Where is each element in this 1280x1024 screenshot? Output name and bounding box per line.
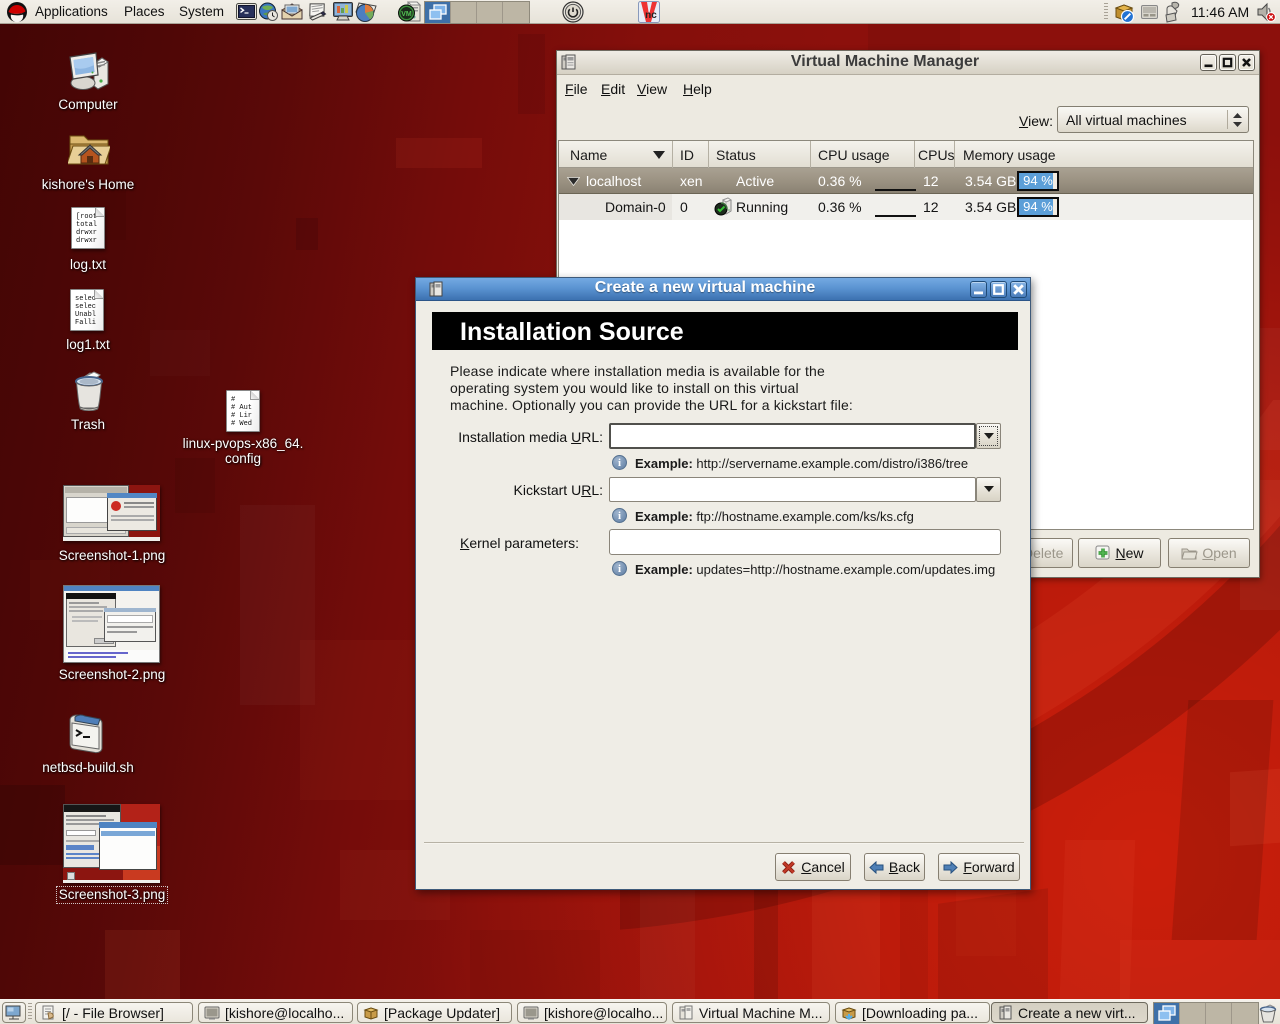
svg-text:VM: VM [401,11,412,18]
svg-text:nc: nc [645,10,657,21]
